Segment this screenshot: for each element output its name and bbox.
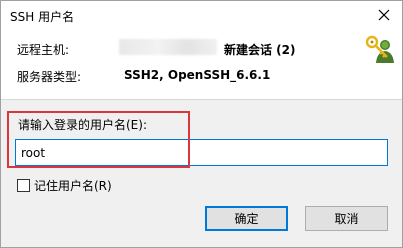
- remember-username-checkbox[interactable]: 记住用户名(R): [17, 177, 112, 194]
- keys-icon: [365, 35, 394, 63]
- redacted-host: [119, 39, 217, 55]
- session-info: 远程主机: 新建会话 (2) 服务器类型: SSH2, OpenSSH_6.6.…: [1, 31, 402, 99]
- ok-button[interactable]: 确定: [205, 206, 288, 231]
- dialog-title: SSH 用户名: [10, 10, 75, 24]
- ok-button-label: 确定: [234, 212, 259, 226]
- highlight-box: [7, 111, 190, 168]
- close-button[interactable]: [370, 2, 398, 28]
- title-bar: SSH 用户名: [1, 1, 402, 31]
- cancel-button[interactable]: 取消: [305, 206, 388, 231]
- server-type-value: SSH2, OpenSSH_6.6.1: [124, 68, 271, 82]
- remote-host-label: 远程主机:: [17, 43, 70, 57]
- checkbox-box[interactable]: [17, 179, 30, 192]
- server-type-label: 服务器类型:: [17, 70, 82, 84]
- remote-host-value: 新建会话 (2): [224, 43, 296, 57]
- close-icon: [378, 9, 390, 21]
- ssh-username-dialog: SSH 用户名 远程主机: 新建会话 (2) 服务器类型: SSH2, Open…: [0, 0, 403, 248]
- remember-username-label: 记住用户名(R): [34, 179, 112, 193]
- cancel-button-label: 取消: [334, 212, 359, 226]
- login-form: 请输入登录的用户名(E): 记住用户名(R) 确定 取消: [1, 100, 402, 247]
